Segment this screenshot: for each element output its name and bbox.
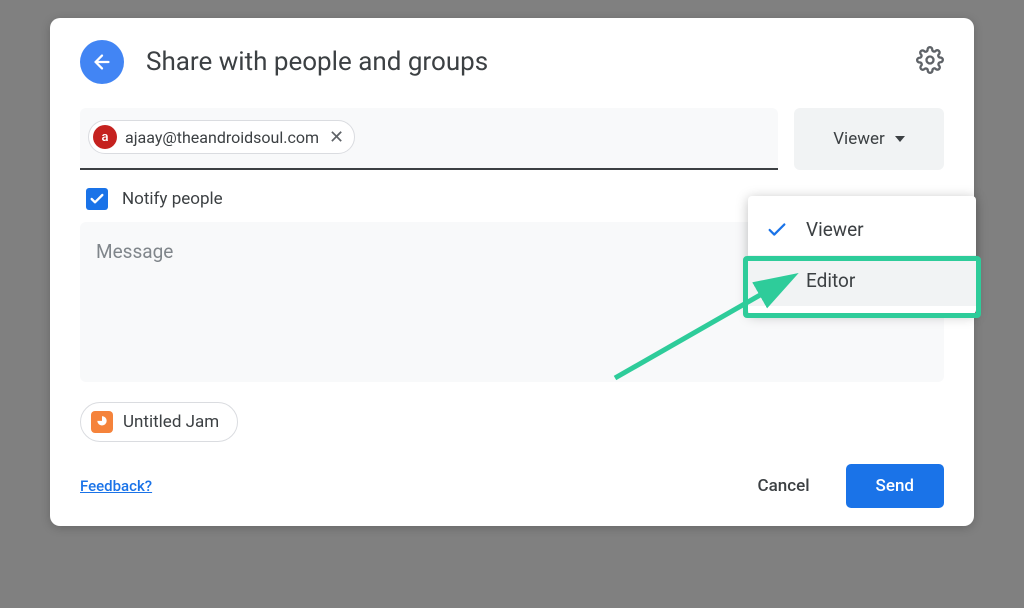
feedback-link[interactable]: Feedback?: [80, 477, 152, 495]
share-dialog: Share with people and groups a ajaay@the…: [50, 18, 974, 526]
check-icon: [89, 191, 105, 207]
role-option-label: Viewer: [806, 218, 864, 241]
remove-recipient-button[interactable]: ✕: [329, 127, 344, 148]
jamboard-icon: [91, 411, 113, 433]
role-option-label: Editor: [806, 269, 855, 292]
dialog-header: Share with people and groups: [80, 40, 944, 84]
recipients-input[interactable]: a ajaay@theandroidsoul.com ✕: [80, 108, 778, 170]
caret-down-icon: [895, 136, 905, 142]
role-selector-button[interactable]: Viewer: [794, 108, 944, 170]
arrow-left-icon: [91, 51, 113, 73]
role-option-editor[interactable]: Editor: [748, 255, 976, 306]
attachment-chip[interactable]: Untitled Jam: [80, 402, 238, 442]
recipient-chip[interactable]: a ajaay@theandroidsoul.com ✕: [88, 120, 355, 154]
role-dropdown: Viewer Editor: [748, 196, 976, 314]
recipients-row: a ajaay@theandroidsoul.com ✕ Viewer: [80, 108, 944, 170]
gear-icon: [916, 46, 944, 74]
role-option-viewer[interactable]: Viewer: [748, 204, 976, 255]
back-button[interactable]: [80, 40, 124, 84]
send-button[interactable]: Send: [846, 464, 944, 508]
notify-label: Notify people: [122, 189, 223, 209]
attachment-name: Untitled Jam: [123, 412, 219, 432]
role-selector-label: Viewer: [833, 129, 885, 149]
notify-checkbox[interactable]: [86, 188, 108, 210]
dialog-footer: Feedback? Cancel Send: [80, 464, 944, 508]
message-placeholder: Message: [96, 240, 173, 263]
dialog-title: Share with people and groups: [146, 47, 894, 77]
cancel-button[interactable]: Cancel: [742, 466, 826, 506]
check-icon: [766, 219, 788, 241]
recipient-email: ajaay@theandroidsoul.com: [125, 128, 319, 147]
avatar: a: [93, 125, 117, 149]
settings-button[interactable]: [916, 46, 944, 78]
footer-actions: Cancel Send: [742, 464, 945, 508]
